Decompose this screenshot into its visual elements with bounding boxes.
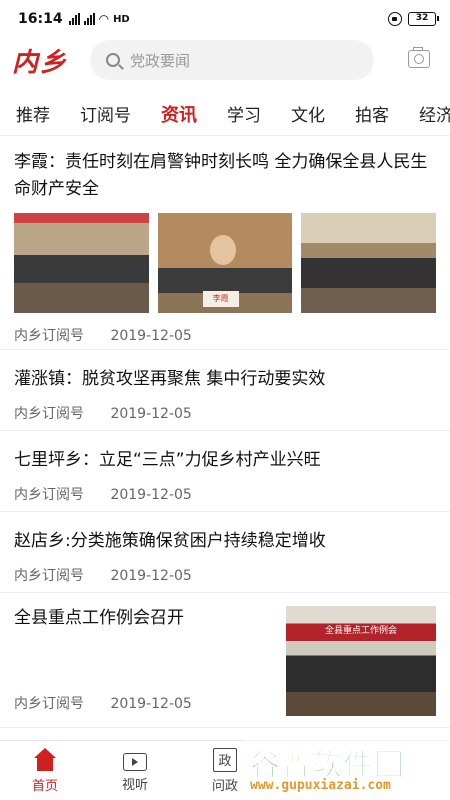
tab-subscriptions[interactable]: 订阅号 [80, 101, 131, 126]
tv-icon [123, 752, 147, 771]
news-feed: 李霞：责任时刻在肩警钟时刻长鸣 全力确保全县人民生命财产安全 李霞 内乡订阅号 … [0, 137, 450, 728]
news-title[interactable]: 七里坪乡：立足“三点”力促乡村产业兴旺 [14, 447, 436, 474]
news-title[interactable]: 李霞：责任时刻在肩警钟时刻长鸣 全力确保全县人民生命财产安全 [14, 149, 436, 203]
news-source: 内乡订阅号 [14, 487, 84, 503]
nav-media[interactable]: 视听 [90, 741, 180, 800]
news-meta: 内乡订阅号 2019-12-05 [14, 693, 192, 713]
clock: 16:14 [18, 11, 63, 27]
news-item[interactable]: 李霞：责任时刻在肩警钟时刻长鸣 全力确保全县人民生命财产安全 李霞 内乡订阅号 … [0, 137, 450, 350]
camera-icon[interactable] [408, 47, 430, 68]
tab-news[interactable]: 资讯 [161, 101, 197, 127]
search-placeholder: 党政要闻 [130, 51, 191, 70]
news-date: 2019-12-05 [110, 568, 192, 584]
nav-label: 视听 [121, 777, 148, 793]
news-meta: 内乡订阅号 2019-12-05 [14, 565, 436, 585]
meeting-banner: 全县重点工作例会 [324, 626, 397, 636]
tab-study[interactable]: 学习 [227, 101, 261, 126]
news-item[interactable]: 灌涨镇：脱贫攻坚再聚焦 集中行动要实效 内乡订阅号 2019-12-05 [0, 350, 450, 431]
app-logo[interactable]: 内乡 [12, 42, 68, 79]
tab-recommend[interactable]: 推荐 [16, 101, 50, 126]
news-image[interactable]: 全县重点工作例会 [286, 606, 436, 716]
news-thumbnails: 李霞 [14, 213, 437, 313]
nav-label: 问政 [211, 778, 238, 794]
news-image[interactable]: 李霞 [157, 213, 293, 313]
network-badge: HD [113, 13, 130, 25]
news-title[interactable]: 灌涨镇：脱贫攻坚再聚焦 集中行动要实效 [14, 366, 436, 393]
nav-label: 首页 [31, 778, 58, 794]
news-meta: 内乡订阅号 2019-12-05 [14, 403, 436, 423]
nav-home[interactable]: 首页 [0, 741, 90, 800]
name-plate: 李霞 [202, 291, 239, 307]
news-item[interactable]: 赵店乡:分类施策确保贫困户持续稳定增收 内乡订阅号 2019-12-05 [0, 512, 450, 593]
header: 内乡 党政要闻 [0, 40, 450, 84]
home-icon [33, 747, 57, 772]
news-item[interactable]: 全县重点工作例会召开 全县重点工作例会 内乡订阅号 2019-12-05 [0, 593, 450, 728]
news-date: 2019-12-05 [110, 406, 192, 422]
watermark-url: www.gupuxiazai.com [250, 778, 391, 793]
category-tabs: 推荐 订阅号 资讯 学习 文化 拍客 经济 [0, 92, 450, 136]
news-source: 内乡订阅号 [14, 406, 84, 422]
tab-culture[interactable]: 文化 [291, 101, 325, 126]
rotation-lock-icon [388, 12, 402, 26]
person-photo [209, 235, 236, 265]
news-image[interactable] [301, 213, 437, 313]
news-title[interactable]: 赵店乡:分类施策确保贫困户持续稳定增收 [14, 528, 436, 555]
news-source: 内乡订阅号 [14, 696, 84, 712]
news-item[interactable]: 七里坪乡：立足“三点”力促乡村产业兴旺 内乡订阅号 2019-12-05 [0, 431, 450, 512]
signal-icon-2 [83, 13, 95, 25]
news-meta: 内乡订阅号 2019-12-05 [14, 484, 436, 504]
signal-icon [68, 13, 80, 25]
wifi-icon: ◠ [98, 12, 110, 26]
news-date: 2019-12-05 [110, 696, 192, 712]
watermark: 谷普软件园 www.gupuxiazai.com [244, 738, 450, 800]
search-icon [106, 53, 120, 67]
news-date: 2019-12-05 [110, 487, 192, 503]
news-source: 内乡订阅号 [14, 328, 84, 344]
news-source: 内乡订阅号 [14, 568, 84, 584]
news-date: 2019-12-05 [110, 328, 192, 344]
status-bar: 16:14 ◠ HD 32 [0, 0, 450, 38]
tab-economy[interactable]: 经济 [419, 101, 450, 126]
zheng-icon: 政 [213, 747, 237, 772]
search-input[interactable]: 党政要闻 [90, 40, 374, 80]
battery-icon: 32 [408, 12, 439, 26]
news-meta: 内乡订阅号 2019-12-05 [14, 325, 436, 345]
news-image[interactable] [14, 213, 149, 313]
tab-photographers[interactable]: 拍客 [355, 101, 389, 126]
